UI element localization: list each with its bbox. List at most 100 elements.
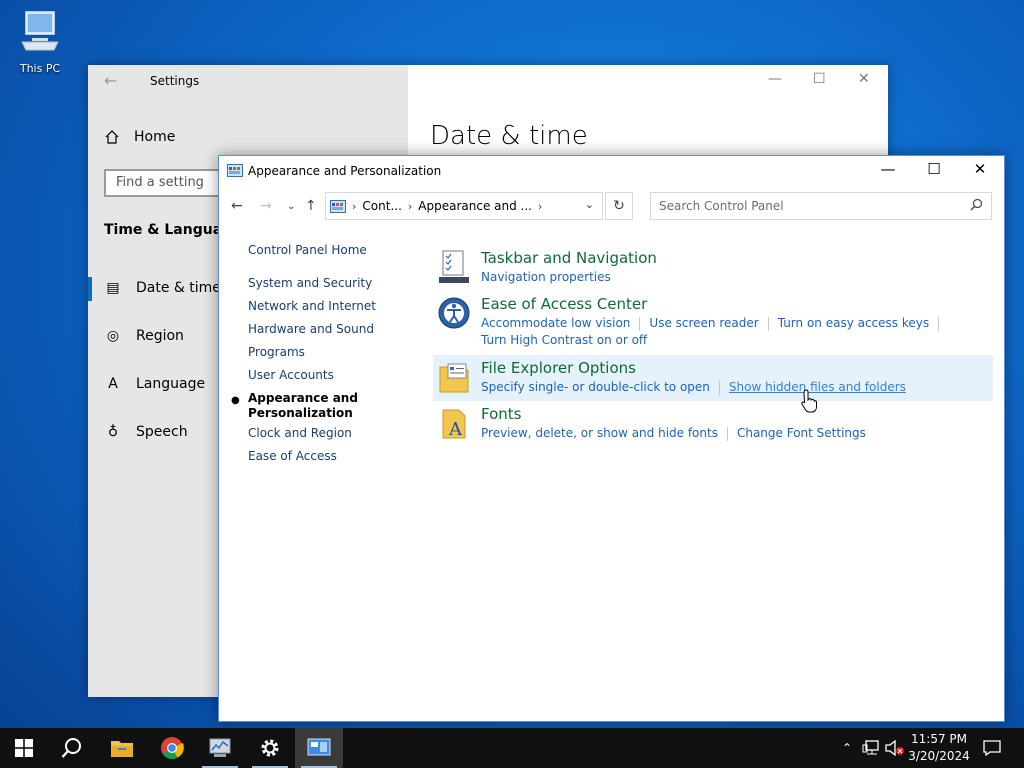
home-icon bbox=[105, 130, 119, 144]
category-fonts: A Fonts Preview, delete, or show and hid… bbox=[433, 404, 993, 444]
current-bullet-icon: ● bbox=[231, 395, 240, 406]
link-separator bbox=[938, 316, 940, 331]
taskbar-control-panel[interactable] bbox=[196, 728, 244, 768]
globe-icon: ◎ bbox=[106, 328, 120, 344]
settings-page-heading: Date & time bbox=[430, 121, 588, 151]
personalization-icon bbox=[307, 738, 331, 756]
network-icon bbox=[862, 740, 879, 755]
left-nav-appearance-personalization[interactable]: Appearance and Personalization bbox=[248, 391, 358, 421]
hand-cursor-icon bbox=[801, 389, 817, 413]
desktop-icon-this-pc[interactable]: This PC bbox=[14, 8, 66, 75]
category-title[interactable]: Fonts bbox=[481, 405, 521, 423]
settings-nav-language[interactable]: A Language bbox=[104, 376, 205, 392]
settings-icon bbox=[261, 739, 279, 757]
left-nav-ease-of-access[interactable]: Ease of Access bbox=[248, 449, 337, 463]
recent-locations-chevron-icon[interactable]: ⌄ bbox=[287, 201, 295, 212]
breadcrumb-appearance[interactable]: Appearance and ... bbox=[418, 199, 532, 213]
search-icon bbox=[61, 738, 81, 758]
microphone-icon: ♁ bbox=[107, 424, 119, 440]
show-hidden-icons-button[interactable]: ⌃ bbox=[836, 728, 858, 768]
address-dropdown-icon[interactable]: ⌄ bbox=[585, 198, 594, 211]
maximize-icon[interactable]: ☐ bbox=[813, 71, 826, 87]
taskbar-settings[interactable] bbox=[246, 728, 294, 768]
settings-title: Settings bbox=[150, 74, 200, 88]
high-contrast-link[interactable]: Turn High Contrast on or off bbox=[481, 333, 647, 347]
settings-nav-label: Region bbox=[136, 328, 184, 344]
search-placeholder: Search Control Panel bbox=[659, 199, 784, 213]
taskbar: ⌃ 11:57 PM 3/20/2024 bbox=[0, 728, 1024, 768]
accommodate-low-vision-link[interactable]: Accommodate low vision bbox=[481, 316, 630, 330]
search-icon[interactable] bbox=[970, 198, 983, 211]
preview-fonts-link[interactable]: Preview, delete, or show and hide fonts bbox=[481, 426, 718, 440]
taskbar-chrome[interactable] bbox=[148, 728, 196, 768]
up-arrow-icon[interactable]: ↑ bbox=[305, 198, 317, 214]
settings-nav-label: Language bbox=[136, 376, 206, 392]
left-nav-user-accounts[interactable]: User Accounts bbox=[248, 368, 334, 382]
taskbar-icon bbox=[439, 250, 469, 283]
search-control-panel-input[interactable]: Search Control Panel bbox=[650, 192, 992, 220]
single-double-click-link[interactable]: Specify single- or double-click to open bbox=[481, 380, 710, 394]
category-file-explorer-options: File Explorer Options Specify single- or… bbox=[433, 355, 993, 401]
network-tray-button[interactable] bbox=[860, 728, 882, 768]
windows-logo-icon bbox=[15, 739, 33, 757]
ease-of-access-icon bbox=[438, 297, 470, 329]
left-nav-system-security[interactable]: System and Security bbox=[248, 276, 372, 290]
start-button[interactable] bbox=[0, 728, 48, 768]
taskbar-file-explorer[interactable] bbox=[98, 728, 146, 768]
cp-navbar: ← → ⌄ ↑ › Cont... › Appearance and ... ›… bbox=[219, 190, 1004, 224]
refresh-button[interactable]: ↻ bbox=[605, 192, 633, 220]
file-explorer-icon bbox=[111, 741, 133, 757]
left-nav-programs[interactable]: Programs bbox=[248, 345, 305, 359]
back-arrow-icon[interactable]: ← bbox=[231, 198, 243, 214]
folder-options-icon bbox=[439, 363, 469, 393]
category-title[interactable]: File Explorer Options bbox=[481, 359, 636, 377]
maximize-icon[interactable]: ☐ bbox=[919, 160, 949, 178]
chrome-icon bbox=[161, 737, 184, 759]
minimize-icon[interactable]: — bbox=[768, 71, 782, 87]
forward-arrow-icon[interactable]: → bbox=[260, 198, 272, 214]
settings-nav-region[interactable]: ◎ Region bbox=[104, 328, 184, 344]
action-center-button[interactable] bbox=[980, 728, 1004, 768]
navigation-properties-link[interactable]: Navigation properties bbox=[481, 270, 611, 284]
close-icon[interactable]: ✕ bbox=[858, 71, 870, 87]
easy-access-keys-link[interactable]: Turn on easy access keys bbox=[778, 316, 929, 330]
cp-window-title: Appearance and Personalization bbox=[248, 164, 442, 178]
change-font-settings-link[interactable]: Change Font Settings bbox=[737, 426, 866, 440]
cp-titlebar[interactable]: Appearance and Personalization — ☐ ✕ bbox=[219, 156, 1004, 186]
clock-date: 3/20/2024 bbox=[908, 749, 970, 763]
category-title[interactable]: Taskbar and Navigation bbox=[481, 249, 657, 267]
use-screen-reader-link[interactable]: Use screen reader bbox=[649, 316, 758, 330]
left-nav-clock-region[interactable]: Clock and Region bbox=[248, 426, 352, 440]
control-panel-icon bbox=[227, 164, 243, 177]
settings-nav-date-time[interactable]: ▤ Date & time bbox=[104, 280, 221, 296]
settings-nav-label: Speech bbox=[136, 424, 188, 440]
breadcrumb-chevron-icon[interactable]: › bbox=[352, 200, 356, 213]
taskbar-search-button[interactable] bbox=[48, 728, 96, 768]
control-panel-home-link[interactable]: Control Panel Home bbox=[248, 243, 367, 257]
fonts-icon: A bbox=[442, 409, 466, 440]
language-icon: A bbox=[108, 376, 118, 392]
back-arrow-icon[interactable]: ← bbox=[104, 71, 117, 90]
category-title[interactable]: Ease of Access Center bbox=[481, 295, 647, 313]
taskbar-appearance-personalization[interactable] bbox=[295, 728, 343, 768]
left-nav-network-internet[interactable]: Network and Internet bbox=[248, 299, 376, 313]
minimize-icon[interactable]: — bbox=[873, 160, 903, 178]
close-icon[interactable]: ✕ bbox=[965, 160, 995, 178]
left-nav-hardware-sound[interactable]: Hardware and Sound bbox=[248, 322, 374, 336]
breadcrumb-chevron-icon[interactable]: › bbox=[408, 200, 412, 213]
link-separator bbox=[718, 380, 720, 395]
breadcrumb-chevron-icon[interactable]: › bbox=[538, 200, 542, 213]
address-bar[interactable]: › Cont... › Appearance and ... › ⌄ bbox=[325, 192, 603, 220]
control-panel-icon bbox=[209, 738, 231, 757]
control-panel-icon bbox=[330, 199, 346, 213]
link-separator bbox=[767, 316, 769, 331]
desktop-icon-label: This PC bbox=[19, 62, 61, 75]
settings-home-link[interactable]: Home bbox=[104, 129, 175, 145]
category-taskbar-navigation: Taskbar and Navigation Navigation proper… bbox=[433, 248, 993, 288]
breadcrumb-control-panel[interactable]: Cont... bbox=[362, 199, 401, 213]
control-panel-window[interactable]: Appearance and Personalization — ☐ ✕ ← →… bbox=[218, 155, 1005, 722]
taskbar-clock[interactable]: 11:57 PM 3/20/2024 bbox=[900, 731, 978, 765]
settings-nav-speech[interactable]: ♁ Speech bbox=[104, 424, 188, 440]
category-ease-of-access: Ease of Access Center Accommodate low vi… bbox=[433, 294, 993, 352]
clock-time: 11:57 PM bbox=[911, 732, 967, 746]
